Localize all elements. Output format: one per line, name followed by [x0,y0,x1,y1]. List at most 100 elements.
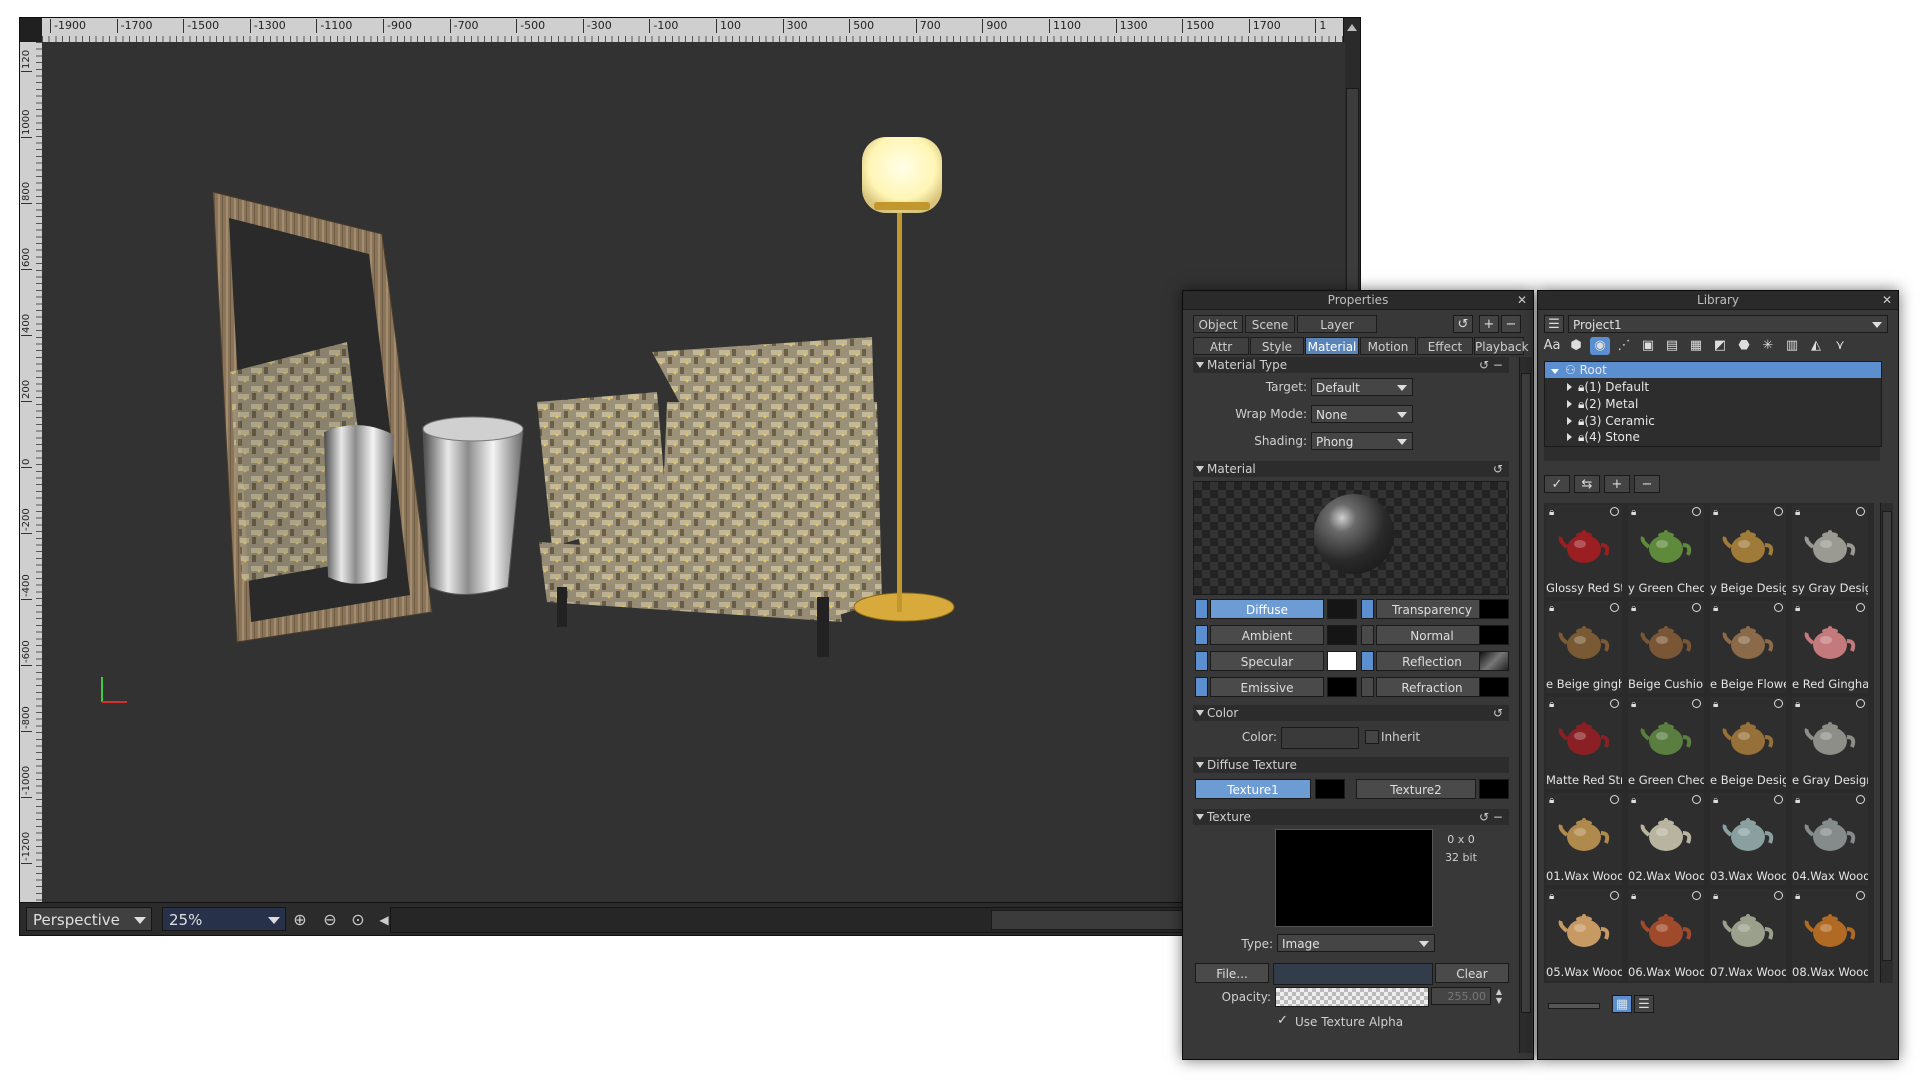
material-tile[interactable]: 🔒︎ e Beige Design [1710,697,1786,789]
remove-icon[interactable]: − [1634,475,1660,493]
tab-style[interactable]: Style [1250,337,1304,355]
favorite-icon[interactable] [1610,699,1619,708]
diffuse-button[interactable]: Diffuse [1210,599,1324,619]
texture1-button[interactable]: Texture1 [1195,779,1311,799]
normal-checkbox[interactable] [1361,625,1374,645]
material-tile[interactable]: 🔒︎ e Beige Flower [1710,601,1786,693]
bone-icon[interactable]: ⋰ [1614,337,1634,355]
file-button[interactable]: File... [1195,963,1269,983]
texture2-button[interactable]: Texture2 [1356,779,1476,799]
object-icon[interactable]: ⬣ [1734,337,1754,355]
favorite-icon[interactable] [1692,699,1701,708]
material-tile[interactable]: 🔒︎ y Green Check [1628,505,1704,597]
refraction-button[interactable]: Refraction [1376,677,1488,697]
target-select[interactable]: Default [1311,378,1413,396]
reflection-swatch[interactable] [1479,651,1509,671]
material-tile[interactable]: 🔒︎ 05.Wax Wood [1546,889,1622,981]
collapse-icon[interactable] [1551,369,1559,374]
specular-checkbox[interactable] [1195,651,1208,671]
favorite-icon[interactable] [1610,603,1619,612]
replace-icon[interactable]: ⇆ [1574,475,1600,493]
favorite-icon[interactable] [1610,891,1619,900]
transparency-button[interactable]: Transparency [1376,599,1488,619]
expand-icon[interactable] [1567,433,1572,441]
diffuse-texture-section-header[interactable]: Diffuse Texture [1193,757,1509,773]
tree-row-default[interactable]: 🔒︎(1) Default [1567,379,1649,395]
material-tile[interactable]: 🔒︎ 08.Wax Wood [1792,889,1868,981]
wrap-mode-select[interactable]: None [1311,405,1413,423]
tree-row-root[interactable]: ⚇ Root [1551,362,1607,378]
normal-swatch[interactable] [1479,625,1509,645]
zoom-select[interactable]: 25% [162,907,286,931]
material-tile[interactable]: 🔒︎ y Beige Design [1710,505,1786,597]
texture1-swatch[interactable] [1315,779,1345,799]
refraction-swatch[interactable] [1479,677,1509,697]
color-swatch[interactable] [1281,727,1359,749]
tab-material[interactable]: Material [1305,337,1359,355]
refraction-checkbox[interactable] [1361,677,1374,697]
ambient-button[interactable]: Ambient [1210,625,1324,645]
favorite-icon[interactable] [1774,795,1783,804]
project-select[interactable]: Project1 [1568,315,1888,333]
tree-row-metal[interactable]: 🔒︎(2) Metal [1567,396,1638,412]
tree-row-stone[interactable]: 🔒︎(4) Stone [1567,429,1640,445]
library-scrollbar[interactable] [1880,503,1893,983]
scene-icon[interactable]: ◩ [1710,337,1730,355]
material-tile[interactable]: 🔒︎ 04.Wax Wood [1792,793,1868,885]
expand-icon[interactable] [1567,383,1572,391]
add-icon[interactable]: + [1604,475,1630,493]
list-view-icon[interactable]: ☰ [1634,995,1654,1013]
favorite-icon[interactable] [1692,507,1701,516]
favorite-icon[interactable] [1774,603,1783,612]
material-tile[interactable]: 🔒︎ Beige Cushion [1628,601,1704,693]
thumbnail-size-slider[interactable] [1548,1003,1600,1009]
material-tile[interactable]: 🔒︎ Matte Red Stri [1546,697,1622,789]
shading-select[interactable]: Phong [1311,432,1413,450]
material-tile[interactable]: 🔒︎ e Red Gingham [1792,601,1868,693]
favorite-icon[interactable] [1774,507,1783,516]
texture2-swatch[interactable] [1479,779,1509,799]
texture-type-select[interactable]: Image [1277,934,1435,952]
file-path-field[interactable] [1273,963,1433,985]
material-tile[interactable]: 🔒︎ e Beige gingham [1546,601,1622,693]
ambient-swatch[interactable] [1327,625,1357,645]
specular-swatch[interactable] [1327,651,1357,671]
zoom-in-icon[interactable]: ⊕ [290,910,310,930]
favorite-icon[interactable] [1610,507,1619,516]
normal-button[interactable]: Normal [1376,625,1488,645]
reset-icon[interactable]: ↺ [1493,461,1503,477]
properties-scrollbar[interactable] [1519,357,1532,1053]
tab-attr[interactable]: Attr [1193,337,1249,355]
remove-icon[interactable]: − [1501,315,1521,333]
material-tile[interactable]: 🔒︎ e Gray Design [1792,697,1868,789]
close-icon[interactable]: ✕ [1882,291,1892,309]
tab-object[interactable]: Object [1193,315,1243,333]
reset-icon[interactable]: ↺ − [1479,357,1503,373]
chart-icon[interactable]: ▥ [1782,337,1802,355]
tab-layer-playout[interactable]: Layer Playout [1297,315,1377,350]
zoom-fit-icon[interactable]: ⊙ [348,910,368,930]
reflection-checkbox[interactable] [1361,651,1374,671]
3d-canvas[interactable] [42,42,1345,902]
clear-button[interactable]: Clear [1435,963,1509,983]
material-icon[interactable]: ◉ [1590,337,1610,355]
transparency-swatch[interactable] [1479,599,1509,619]
image-icon[interactable]: ▦ [1686,337,1706,355]
emissive-swatch[interactable] [1327,677,1357,697]
expand-icon[interactable] [1567,417,1572,425]
material-tile[interactable]: 🔒︎ 06.Wax Wood [1628,889,1704,981]
material-type-section-header[interactable]: Material Type ↺ − [1193,357,1509,373]
reset-icon[interactable]: ↺ [1493,705,1503,721]
opacity-field[interactable]: 255.00 [1431,987,1491,1005]
particle-icon[interactable]: ✳ [1758,337,1778,355]
material-tile[interactable]: 🔒︎ 03.Wax Wood [1710,793,1786,885]
favorite-icon[interactable] [1856,699,1865,708]
opacity-stepper[interactable]: ▲ ▼ [1493,987,1505,1005]
text-icon[interactable]: Aa [1542,337,1562,355]
camera-mode-select[interactable]: Perspective [26,907,152,931]
emissive-checkbox[interactable] [1195,677,1208,697]
close-icon[interactable]: ✕ [1517,291,1527,309]
ambient-checkbox[interactable] [1195,625,1208,645]
scroll-thumb[interactable] [1521,373,1531,1013]
opacity-slider[interactable] [1275,987,1429,1007]
